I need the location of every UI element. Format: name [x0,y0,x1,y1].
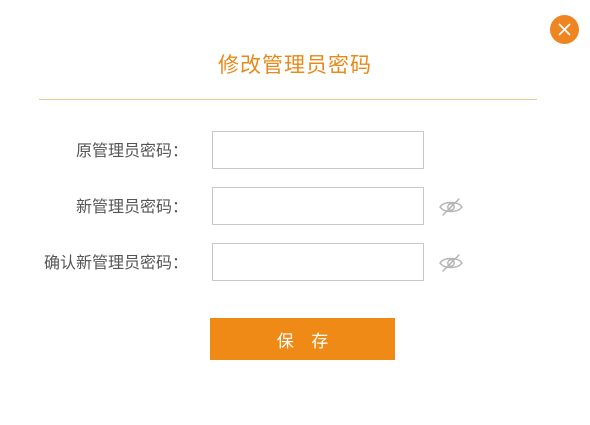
new-password-visibility-icon[interactable] [438,196,464,218]
title-divider [39,99,537,100]
save-button[interactable]: 保 存 [210,318,395,360]
new-password-input[interactable] [212,187,424,225]
confirm-password-input[interactable] [212,243,424,281]
close-button[interactable] [550,15,579,44]
change-admin-password-dialog: 修改管理员密码 原管理员密码： 新管理员密码： 确认新管理员密码： 保 存 [0,0,590,425]
dialog-title: 修改管理员密码 [218,53,372,77]
close-icon [558,23,571,36]
confirm-password-label: 确认新管理员密码： [43,253,188,272]
old-password-input[interactable] [212,131,424,169]
old-password-label: 原管理员密码： [75,141,188,160]
new-password-label: 新管理员密码： [75,197,188,216]
confirm-password-visibility-icon[interactable] [438,252,464,274]
